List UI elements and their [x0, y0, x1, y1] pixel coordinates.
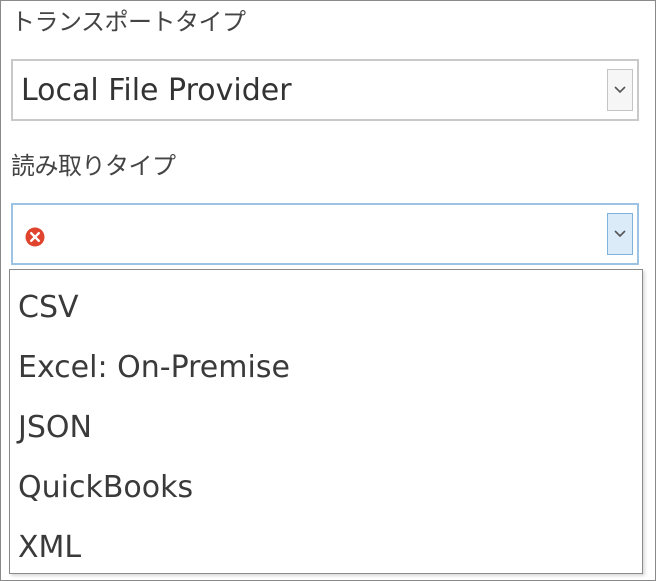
transport-type-select[interactable]: Local File Provider — [11, 59, 639, 121]
read-type-dropdown-button[interactable] — [607, 213, 633, 255]
transport-type-value: Local File Provider — [21, 73, 292, 108]
dropdown-option-csv[interactable]: CSV — [18, 278, 618, 338]
dropdown-option-excel-on-premise[interactable]: Excel: On-Premise — [18, 338, 618, 398]
read-type-label: 読み取りタイプ — [11, 152, 176, 180]
dropdown-option-quickbooks[interactable]: QuickBooks — [18, 458, 618, 518]
error-circle-icon — [25, 227, 45, 247]
read-type-select[interactable] — [11, 203, 639, 265]
chevron-down-icon — [614, 86, 626, 94]
transport-type-label: トランスポートタイプ — [11, 8, 246, 36]
transport-type-dropdown-button[interactable] — [607, 69, 633, 111]
chevron-down-icon — [614, 230, 626, 238]
settings-panel: トランスポートタイプ Local File Provider 読み取りタイプ C… — [0, 0, 656, 581]
dropdown-option-json[interactable]: JSON — [18, 398, 618, 458]
dropdown-option-xml[interactable]: XML — [18, 518, 618, 578]
read-type-dropdown-list: CSV Excel: On-Premise JSON QuickBooks XM… — [9, 269, 643, 574]
